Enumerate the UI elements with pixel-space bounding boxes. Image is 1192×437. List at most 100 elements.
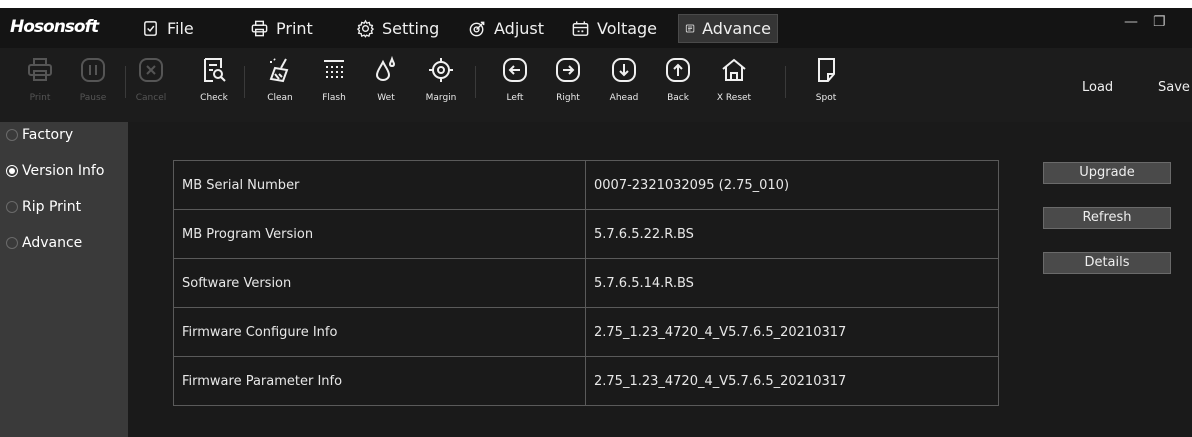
table-row: Software Version 5.7.6.5.14.R.BS — [173, 258, 999, 308]
arrow-up-icon — [666, 58, 690, 82]
tool-check-label: Check — [200, 93, 228, 103]
tool-xreset-button[interactable]: X Reset — [704, 56, 764, 118]
radio-icon — [6, 201, 18, 213]
tool-left-label: Left — [506, 93, 524, 103]
table-row: MB Program Version 5.7.6.5.22.R.BS — [173, 209, 999, 259]
menu-voltage[interactable]: Voltage — [565, 14, 663, 43]
tool-spot-button[interactable]: Spot — [796, 56, 856, 118]
menu-file-label: File — [167, 19, 194, 38]
load-button[interactable]: Load — [1082, 80, 1113, 95]
tool-pause-label: Pause — [79, 93, 107, 103]
menu-adjust-label: Adjust — [494, 19, 545, 38]
radio-selected-icon — [6, 165, 18, 177]
arrow-left-icon — [503, 58, 527, 82]
sidebar-item-label: Factory — [22, 127, 74, 143]
table-cell-key: Firmware Parameter Info — [173, 356, 586, 406]
table-row: MB Serial Number 0007-2321032095 (2.75_0… — [173, 160, 999, 210]
toolbar-separator — [475, 66, 476, 98]
advance-list-icon — [685, 24, 695, 33]
tool-xreset-label: X Reset — [716, 93, 752, 103]
menu-print-label: Print — [276, 19, 313, 38]
sidebar-item-version-info[interactable]: Version Info — [0, 158, 128, 184]
menu-voltage-label: Voltage — [597, 19, 658, 38]
tool-wet-button[interactable]: Wet — [356, 56, 416, 118]
menu-bar: Hosonsoft File Print Setting Adjust Volt… — [0, 8, 1192, 48]
table-cell-key: MB Program Version — [173, 209, 586, 259]
sidebar-item-label: Version Info — [22, 163, 105, 179]
tool-print-button[interactable]: Print — [10, 56, 70, 118]
tool-right-label: Right — [556, 93, 580, 103]
toolbar-separator — [244, 66, 245, 98]
tool-margin-button[interactable]: Margin — [411, 56, 471, 118]
tool-margin-label: Margin — [425, 93, 457, 103]
tool-clean-button[interactable]: Clean — [250, 56, 310, 118]
table-cell-key: Firmware Configure Info — [173, 307, 586, 357]
arrow-down-icon — [612, 58, 636, 82]
tool-flash-button[interactable]: Flash — [304, 56, 364, 118]
home-icon — [722, 58, 746, 81]
menu-advance[interactable]: Advance — [678, 14, 778, 43]
version-info-table: MB Serial Number 0007-2321032095 (2.75_0… — [173, 160, 999, 406]
tool-print-label: Print — [29, 93, 51, 103]
sidebar: Factory Version Info Rip Print Advance — [0, 122, 128, 437]
check-page-icon — [204, 58, 226, 82]
gear-icon — [356, 19, 375, 38]
sidebar-item-rip-print[interactable]: Rip Print — [0, 194, 128, 220]
upgrade-button[interactable]: Upgrade — [1043, 162, 1171, 184]
file-check-icon — [144, 21, 157, 36]
tool-right-button[interactable]: Right — [538, 56, 598, 118]
printer-icon — [28, 58, 52, 81]
table-cell-key: Software Version — [173, 258, 586, 308]
printer-icon — [251, 20, 268, 37]
margin-target-icon — [429, 58, 453, 82]
minimize-icon: — — [1124, 14, 1138, 30]
table-cell-value: 5.7.6.5.14.R.BS — [585, 258, 999, 308]
tool-back-label: Back — [667, 93, 689, 103]
minimize-button[interactable]: — — [1124, 14, 1138, 36]
table-row: Firmware Configure Info 2.75_1.23_4720_4… — [173, 307, 999, 357]
menu-advance-label: Advance — [702, 19, 771, 38]
menu-file[interactable]: File — [135, 14, 200, 43]
tool-check-button[interactable]: Check — [184, 56, 244, 118]
flash-grid-icon — [324, 60, 344, 78]
tool-clean-label: Clean — [267, 93, 293, 103]
app-window: Hosonsoft File Print Setting Adjust Volt… — [0, 0, 1192, 437]
radio-icon — [6, 129, 18, 141]
menu-adjust[interactable]: Adjust — [462, 14, 550, 43]
menu-setting-label: Setting — [382, 19, 440, 38]
table-cell-value: 2.75_1.23_4720_4_V5.7.6.5_20210317 — [585, 307, 999, 357]
arrow-right-icon — [556, 58, 580, 82]
tool-wet-label: Wet — [377, 93, 395, 103]
tool-pause-button[interactable]: Pause — [63, 56, 123, 118]
voltage-icon — [572, 21, 589, 36]
tool-back-button[interactable]: Back — [648, 56, 708, 118]
sidebar-item-label: Rip Print — [22, 199, 82, 215]
tool-ahead-button[interactable]: Ahead — [594, 56, 654, 118]
tool-left-button[interactable]: Left — [485, 56, 545, 118]
tool-cancel-button[interactable]: Cancel — [121, 56, 181, 118]
wet-drops-icon — [375, 56, 396, 82]
table-row: Firmware Parameter Info 2.75_1.23_4720_4… — [173, 356, 999, 406]
sidebar-item-factory[interactable]: Factory — [0, 122, 128, 148]
tool-flash-label: Flash — [322, 93, 346, 103]
radio-icon — [6, 237, 18, 249]
table-cell-value: 2.75_1.23_4720_4_V5.7.6.5_20210317 — [585, 356, 999, 406]
toolbar: Print Pause Cancel Check Clean Flash Wet — [0, 48, 1192, 122]
menu-print[interactable]: Print — [244, 14, 319, 43]
version-info-panel: MB Serial Number 0007-2321032095 (2.75_0… — [128, 122, 1192, 437]
restore-button[interactable]: ❐ — [1153, 14, 1166, 36]
tool-spot-label: Spot — [815, 93, 837, 103]
app-logo: Hosonsoft — [10, 17, 99, 37]
save-button[interactable]: Save — [1158, 80, 1190, 95]
table-cell-value: 0007-2321032095 (2.75_010) — [585, 160, 999, 210]
sidebar-item-advance[interactable]: Advance — [0, 230, 128, 256]
refresh-button[interactable]: Refresh — [1043, 207, 1171, 229]
menu-setting[interactable]: Setting — [350, 14, 445, 43]
sidebar-item-label: Advance — [22, 235, 83, 251]
table-cell-value: 5.7.6.5.22.R.BS — [585, 209, 999, 259]
target-adjust-icon — [469, 21, 485, 37]
details-button[interactable]: Details — [1043, 252, 1171, 274]
spot-page-icon — [818, 58, 835, 82]
restore-icon: ❐ — [1153, 14, 1166, 30]
top-strip — [0, 0, 1192, 8]
